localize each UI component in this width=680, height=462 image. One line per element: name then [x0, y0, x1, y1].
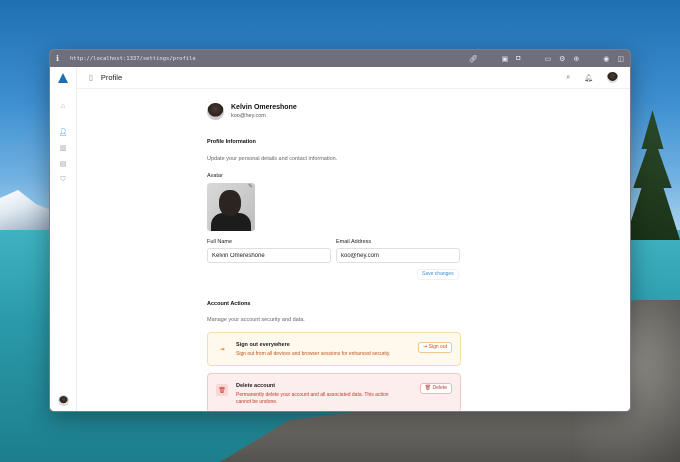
info-icon[interactable]: ℹ — [56, 54, 66, 63]
logo-icon[interactable] — [58, 73, 68, 83]
user-icon[interactable]: 👤︎ — [56, 125, 70, 139]
full-name-label: Full Name — [207, 239, 233, 245]
chart-icon[interactable]: ▥ — [56, 141, 70, 155]
browser-titlebar: ℹ http://localhost:1337/settings/profile… — [50, 50, 630, 67]
profile-avatar — [207, 102, 224, 120]
browser-toolbar: 🔗︎ ▣ ◘ ▭ ⚙ ⊕ ◉ ◫ — [469, 55, 624, 63]
camera-icon[interactable]: ◘ — [516, 55, 520, 62]
delete-account-description: Permanently delete your account and all … — [236, 392, 389, 405]
search-icon[interactable]: ⌕ — [566, 74, 570, 82]
app-shell: ⌂ 👤︎ ▥ ▤ ⛉ ▯ Profile ⌕ 🔔︎ Kelvin Omeresh… — [50, 67, 630, 411]
delete-account-title: Delete account — [236, 383, 276, 389]
full-name-field[interactable] — [207, 248, 331, 263]
settings-icon[interactable]: ⚙ — [559, 55, 565, 63]
home-icon[interactable]: ⌂ — [56, 99, 70, 113]
eye-icon[interactable]: ◉ — [603, 55, 609, 63]
profile-content: Kelvin Omereshone koo@hey.com Profile In… — [77, 89, 630, 411]
main-area: ▯ Profile ⌕ 🔔︎ Kelvin Omereshone koo@hey… — [77, 67, 630, 411]
avatar-label: Avatar — [207, 173, 223, 179]
sign-out-title: Sign out everywhere — [236, 342, 290, 348]
panel-icon[interactable]: ▯ — [89, 74, 93, 82]
avatar-upload[interactable] — [207, 183, 255, 231]
pencil-icon[interactable]: ✎ — [248, 183, 253, 190]
sidebar-toggle-icon[interactable]: ◫ — [617, 55, 624, 63]
sign-out-card: ⇥ Sign out everywhere Sign out from all … — [207, 332, 461, 366]
profile-header: Kelvin Omereshone koo@hey.com — [207, 101, 630, 121]
account-actions-title: Account Actions — [207, 301, 251, 307]
address-bar[interactable]: http://localhost:1337/settings/profile — [70, 56, 469, 62]
account-actions-description: Manage your account security and data. — [207, 317, 305, 323]
screenshot-icon[interactable]: ▣ — [502, 55, 509, 63]
desktop-trees — [625, 110, 680, 240]
link-icon[interactable]: 🔗︎ — [469, 55, 478, 63]
topbar: ▯ Profile ⌕ 🔔︎ — [77, 67, 630, 89]
topbar-actions: ⌕ 🔔︎ — [566, 72, 618, 83]
sidebar: ⌂ 👤︎ ▥ ▤ ⛉ — [50, 67, 77, 411]
profile-email: koo@hey.com — [231, 112, 266, 119]
sidebar-avatar[interactable] — [57, 395, 69, 406]
sign-out-description: Sign out from all devices and browser se… — [236, 351, 391, 357]
bell-icon[interactable]: 🔔︎ — [584, 74, 593, 82]
profile-information-description: Update your personal details and contact… — [207, 156, 338, 162]
trash-icon: 🗑︎ — [216, 384, 228, 396]
sign-out-button[interactable]: ⇥ Sign out — [418, 342, 452, 353]
save-changes-button[interactable]: Save changes — [417, 269, 459, 280]
target-icon[interactable]: ⊕ — [573, 55, 579, 63]
email-label: Email Address — [336, 239, 372, 245]
profile-name: Kelvin Omereshone — [231, 103, 297, 111]
avatar[interactable] — [607, 72, 618, 83]
delete-account-button[interactable]: 🗑︎ Delete — [419, 383, 452, 394]
email-field[interactable] — [336, 248, 460, 263]
browser-window: ℹ http://localhost:1337/settings/profile… — [49, 49, 631, 412]
profile-information-title: Profile Information — [207, 139, 256, 145]
delete-account-card: 🗑︎ Delete account Permanently delete you… — [207, 373, 461, 411]
shield-icon[interactable]: ⛉ — [56, 173, 70, 187]
sign-out-icon: ⇥ — [219, 346, 225, 353]
billing-icon[interactable]: ▤ — [56, 157, 70, 171]
window-icon[interactable]: ▭ — [544, 55, 551, 63]
page-title: Profile — [100, 73, 123, 82]
